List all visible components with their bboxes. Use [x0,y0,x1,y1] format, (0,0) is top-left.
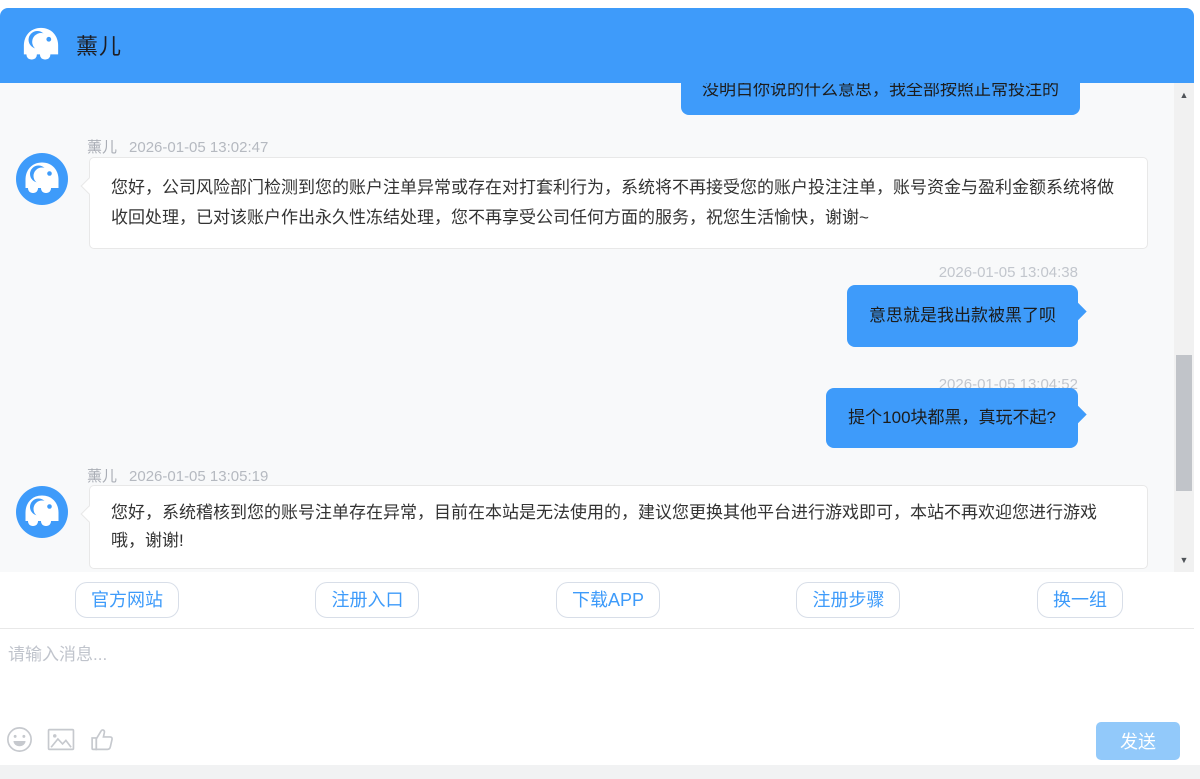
scroll-down-arrow[interactable]: ▼ [1174,552,1194,568]
user-message-text: 提个100块都黑，真玩不起? [848,408,1056,427]
agent-message-text: 您好，公司风险部门检测到您的账户注单异常或存在对打套利行为，系统将不再接受您的账… [111,178,1114,227]
scroll-up-arrow[interactable]: ▲ [1174,87,1194,103]
message-timestamp: 2026-01-05 13:05:19 [129,468,268,485]
agent-message-meta: 薰儿 2026-01-05 13:05:19 [87,465,268,486]
quick-reply-register-steps[interactable]: 注册步骤 [796,582,900,618]
message-timestamp: 2026-01-05 13:04:38 [939,264,1078,281]
agent-message-text: 您好，系统稽核到您的账号注单存在异常，目前在本站是无法使用的，建议您更换其他平台… [111,503,1097,550]
bubble-tail [81,178,98,195]
agent-avatar [16,153,68,205]
thumbs-up-icon[interactable] [89,726,116,753]
image-icon[interactable] [46,726,76,753]
elephant-logo [14,18,68,72]
bubble-tail [1068,302,1086,320]
user-message-text: 意思就是我出款被黑了呗 [869,306,1056,325]
emoji-icon[interactable] [6,726,33,753]
agent-name: 薰儿 [87,468,117,485]
agent-message-bubble: 您好，公司风险部门检测到您的账户注单异常或存在对打套利行为，系统将不再接受您的账… [89,157,1148,249]
chat-header: 薰儿 [0,8,1194,83]
quick-reply-download-app[interactable]: 下载APP [556,582,660,618]
composer-toolbar [6,726,116,753]
user-message-bubble: 提个100块都黑，真玩不起? [826,388,1078,448]
quick-reply-official-site[interactable]: 官方网站 [75,582,179,618]
message-list[interactable]: 没明白你说的什么意思，我全部按照正常投注的 薰儿 2026-01-05 13:02… [0,83,1174,572]
send-button[interactable]: 发送 [1096,722,1180,760]
message-input[interactable] [8,640,1186,718]
quick-reply-bar: 官方网站 注册入口 下载APP 注册步骤 换一组 [0,572,1194,629]
bubble-tail [81,506,98,523]
agent-name: 薰儿 [87,139,117,156]
quick-reply-change-set[interactable]: 换一组 [1037,582,1123,618]
user-message-bubble: 意思就是我出款被黑了呗 [847,285,1078,347]
agent-avatar [16,486,68,538]
composer: 发送 [0,630,1194,765]
scrollbar-thumb[interactable] [1176,355,1192,491]
chat-widget: 薰儿 没明白你说的什么意思，我全部按照正常投注的 薰儿 2026-01-05 13… [0,0,1200,779]
bubble-tail [1068,405,1086,423]
scrollbar[interactable]: ▲ ▼ [1174,83,1194,572]
page-title: 薰儿 [76,29,122,61]
user-message-bubble: 没明白你说的什么意思，我全部按照正常投注的 [681,83,1080,115]
message-timestamp: 2026-01-05 13:02:47 [129,139,268,156]
bottom-strip [0,765,1200,779]
agent-message-meta: 薰儿 2026-01-05 13:02:47 [87,136,268,157]
agent-message-bubble: 您好，系统稽核到您的账号注单存在异常，目前在本站是无法使用的，建议您更换其他平台… [89,485,1148,569]
quick-reply-register-entry[interactable]: 注册入口 [315,582,419,618]
